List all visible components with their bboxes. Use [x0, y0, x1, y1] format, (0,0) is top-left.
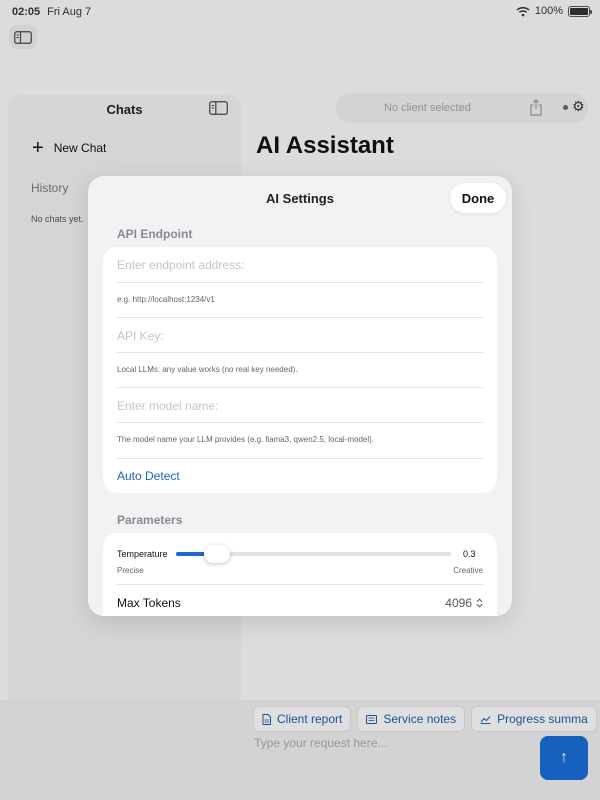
divider: [117, 458, 483, 459]
max-tokens-picker[interactable]: 4096: [445, 596, 483, 610]
divider: [117, 282, 483, 283]
divider: [117, 387, 483, 388]
endpoint-input[interactable]: Enter endpoint address:: [117, 258, 244, 272]
chevron-up-down-icon: [476, 598, 483, 608]
temperature-max-label: Creative: [453, 566, 483, 575]
done-button[interactable]: Done: [450, 183, 506, 213]
divider: [117, 422, 483, 423]
endpoint-hint: e.g. http://localhost:1234/v1: [117, 295, 215, 304]
parameters-heading: Parameters: [117, 513, 183, 527]
ai-settings-sheet: AI Settings Done API Endpoint Enter endp…: [88, 176, 512, 616]
auto-detect-button[interactable]: Auto Detect: [117, 469, 180, 483]
temperature-slider-thumb[interactable]: [204, 545, 231, 563]
temperature-slider[interactable]: [176, 545, 451, 563]
model-name-input[interactable]: Enter model name:: [117, 399, 218, 413]
divider: [117, 584, 483, 585]
api-endpoint-heading: API Endpoint: [117, 227, 193, 241]
temperature-min-label: Precise: [117, 566, 144, 575]
max-tokens-value: 4096: [445, 596, 472, 610]
divider: [117, 352, 483, 353]
sheet-title: AI Settings: [266, 191, 334, 206]
parameters-card: Temperature 0.3 Precise Creative Max Tok…: [103, 533, 497, 616]
max-tokens-label: Max Tokens: [117, 596, 181, 610]
temperature-value: 0.3: [463, 549, 476, 559]
api-key-input[interactable]: API Key:: [117, 329, 164, 343]
api-key-hint: Local LLMs: any value works (no real key…: [117, 365, 298, 374]
model-name-hint: The model name your LLM provides (e.g. l…: [117, 435, 375, 444]
temperature-label: Temperature: [117, 549, 168, 559]
divider: [117, 317, 483, 318]
api-settings-card: Enter endpoint address: e.g. http://loca…: [103, 247, 497, 493]
